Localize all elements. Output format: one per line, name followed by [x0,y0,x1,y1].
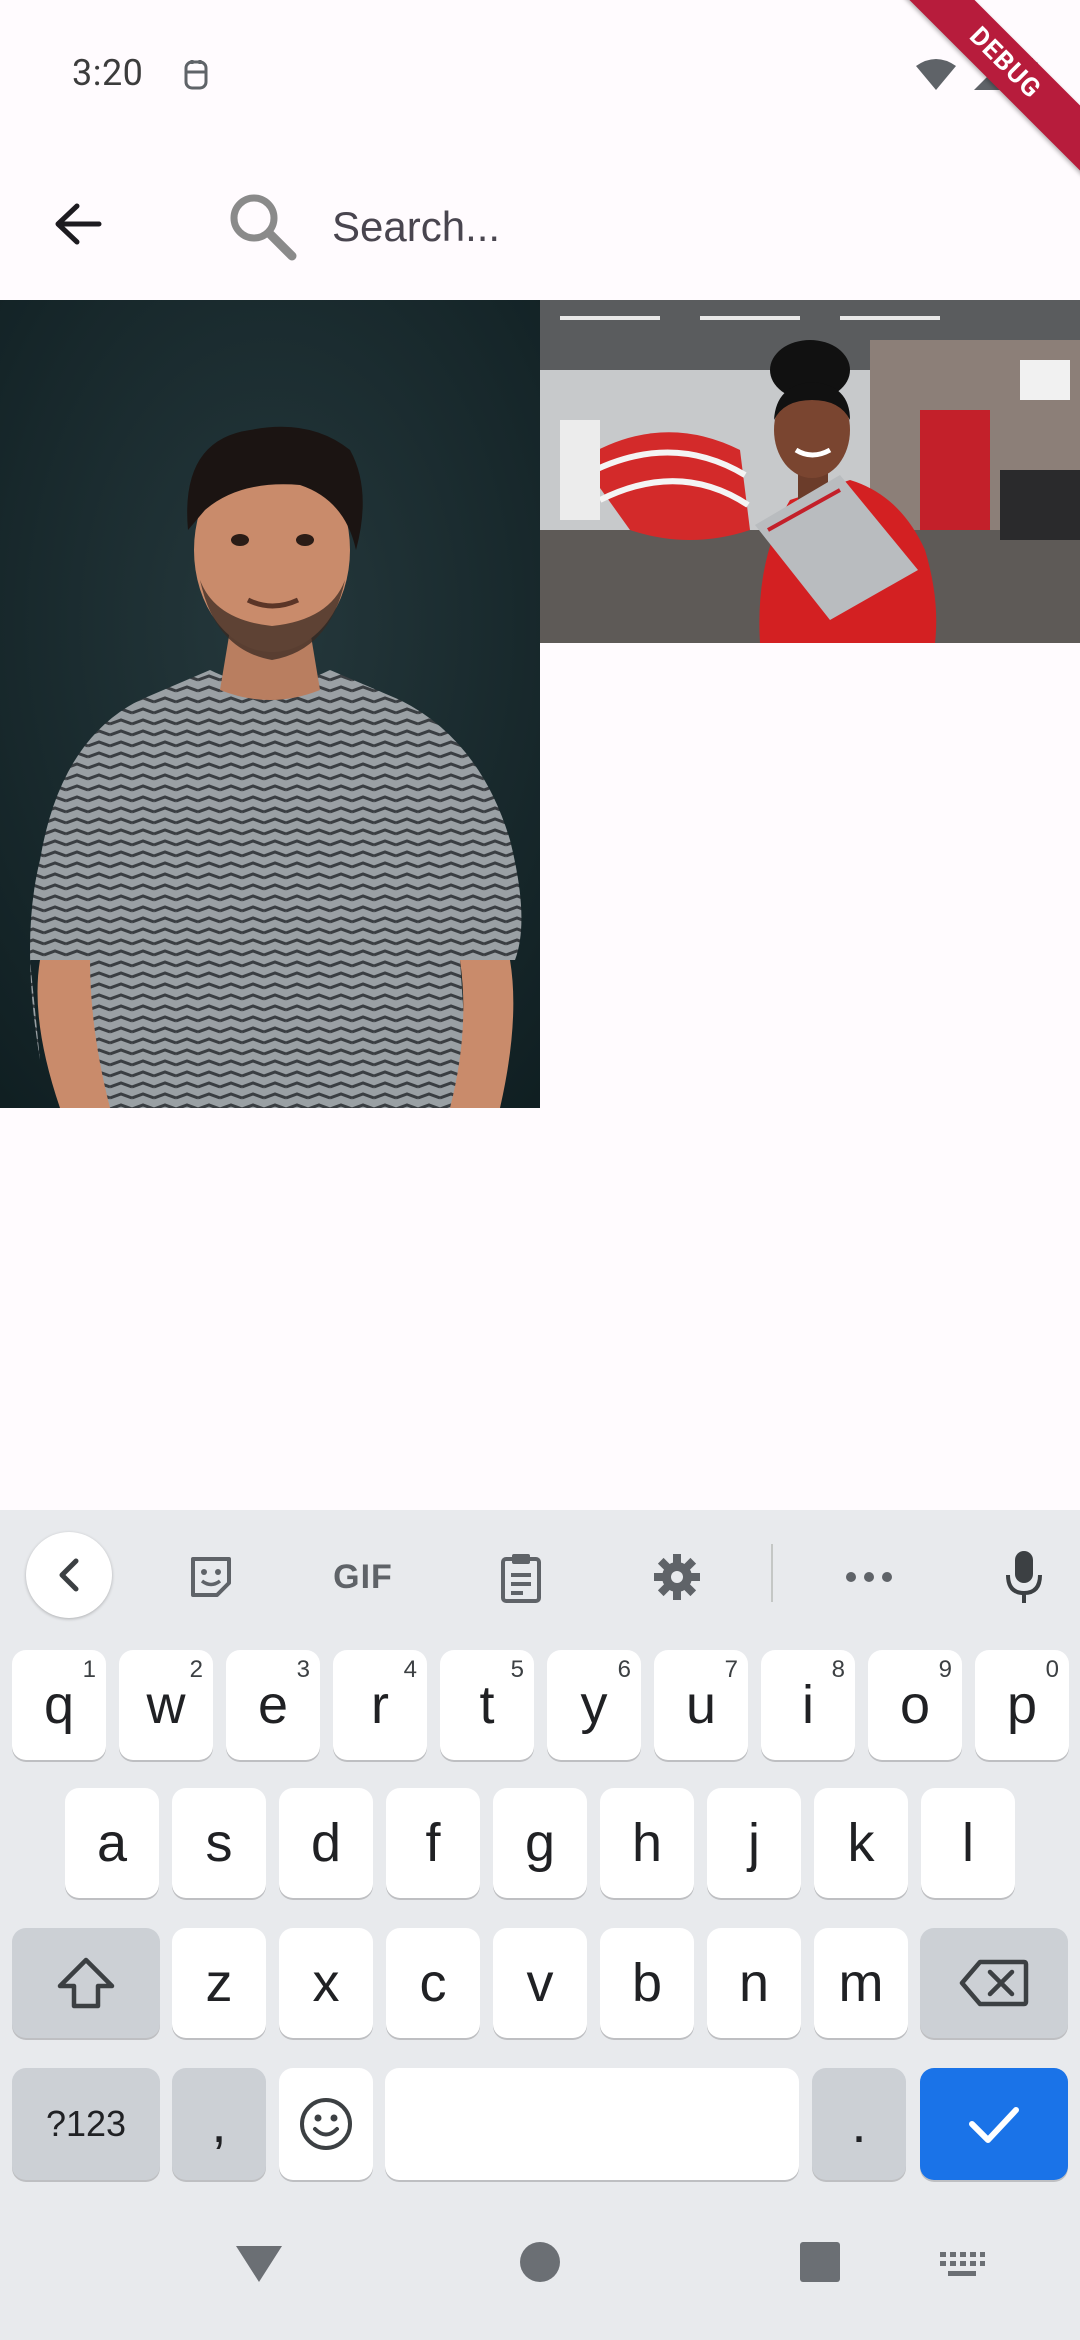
backspace-key[interactable] [920,1928,1068,2038]
status-bar: 3:20 DEBUG [0,0,1080,182]
sticker-button[interactable] [166,1532,256,1622]
home-circle-icon [520,2242,560,2282]
key-u[interactable]: u7 [654,1650,748,1760]
key-x[interactable]: x [279,1928,373,2038]
system-nav-bar [0,2190,1080,2340]
back-triangle-icon [236,2246,282,2282]
key-label: e [257,1675,289,1735]
key-f[interactable]: f [386,1788,480,1898]
nav-home-button[interactable] [518,2240,562,2288]
shift-icon [57,1957,115,2009]
shift-key[interactable] [12,1928,160,2038]
key-v[interactable]: v [493,1928,587,2038]
key-label: u [685,1675,717,1735]
key-i[interactable]: i8 [761,1650,855,1760]
key-hint: 9 [938,1656,952,1683]
key-e[interactable]: e3 [226,1650,320,1760]
status-time: 3:20 [72,52,144,94]
chevron-left-icon [59,1558,79,1592]
key-label: p [1006,1675,1038,1735]
space-key[interactable] [385,2068,799,2180]
microphone-icon [1006,1551,1042,1603]
key-r[interactable]: r4 [333,1650,427,1760]
key-q[interactable]: q1 [12,1650,106,1760]
checkmark-icon [969,2107,1019,2143]
key-hint: 3 [296,1656,310,1683]
key-label: o [899,1675,931,1735]
clipboard-icon [501,1554,541,1603]
keyboard-toolbar: GIF [0,1510,1080,1640]
recents-square-icon [800,2242,840,2282]
key-l[interactable]: l [921,1788,1015,1898]
key-hint: 4 [403,1656,417,1683]
key-hint: 2 [189,1656,203,1683]
key-label: i [802,1675,814,1735]
emoji-icon [300,2098,352,2150]
more-horizontal-icon [846,1572,892,1582]
nav-keyboard-button[interactable] [938,2250,986,2284]
key-h[interactable]: h [600,1788,694,1898]
gif-button[interactable]: GIF [318,1532,408,1622]
sticker-icon [191,1557,231,1597]
key-b[interactable]: b [600,1928,694,2038]
done-key[interactable] [920,2068,1068,2180]
keyboard-switch-icon [940,2252,985,2276]
key-hint: 1 [82,1656,96,1683]
notification-icon [184,60,208,90]
gear-icon [654,1554,700,1600]
app-bar [0,150,1080,300]
period-key[interactable]: . [812,2068,906,2180]
key-label: w [146,1675,186,1735]
search-input[interactable] [330,194,1014,260]
key-m[interactable]: m [814,1928,908,2038]
toolbar-divider [771,1544,773,1602]
nav-recents-button[interactable] [800,2242,840,2286]
key-label: q [43,1675,75,1735]
key-p[interactable]: p0 [975,1650,1069,1760]
nav-back-button[interactable] [232,2240,286,2290]
result-image-2[interactable] [540,300,1080,643]
key-hint: 0 [1045,1656,1059,1683]
key-o[interactable]: o9 [868,1650,962,1760]
symbols-key[interactable]: ?123 [12,2068,160,2180]
keyboard-collapse-button[interactable] [26,1532,112,1618]
key-label: y [580,1675,608,1735]
key-w[interactable]: w2 [119,1650,213,1760]
emoji-key[interactable] [279,2068,373,2180]
key-t[interactable]: t5 [440,1650,534,1760]
arrow-left-icon [55,203,102,245]
key-a[interactable]: a [65,1788,159,1898]
more-button[interactable] [824,1532,914,1622]
backspace-icon [959,1959,1029,2007]
key-k[interactable]: k [814,1788,908,1898]
photo-woman-red-sweater-laptop [540,300,1080,643]
wifi-icon [916,59,956,90]
key-s[interactable]: s [172,1788,266,1898]
photo-man-gray-shirt [0,300,540,1108]
key-hint: 5 [510,1656,524,1683]
key-g[interactable]: g [493,1788,587,1898]
clipboard-button[interactable] [476,1532,566,1622]
key-z[interactable]: z [172,1928,266,2038]
key-hint: 8 [831,1656,845,1683]
key-d[interactable]: d [279,1788,373,1898]
key-label: t [479,1675,495,1735]
comma-key[interactable]: , [172,2068,266,2180]
key-n[interactable]: n [707,1928,801,2038]
key-label: r [371,1675,389,1735]
voice-input-button[interactable] [979,1532,1069,1622]
settings-button[interactable] [632,1532,722,1622]
search-icon [230,194,297,261]
result-image-1[interactable] [0,300,540,1108]
key-y[interactable]: y6 [547,1650,641,1760]
key-hint: 7 [724,1656,738,1683]
back-button[interactable] [40,186,116,262]
key-hint: 6 [617,1656,631,1683]
search-bar[interactable] [226,186,1026,266]
key-c[interactable]: c [386,1928,480,2038]
key-j[interactable]: j [707,1788,801,1898]
